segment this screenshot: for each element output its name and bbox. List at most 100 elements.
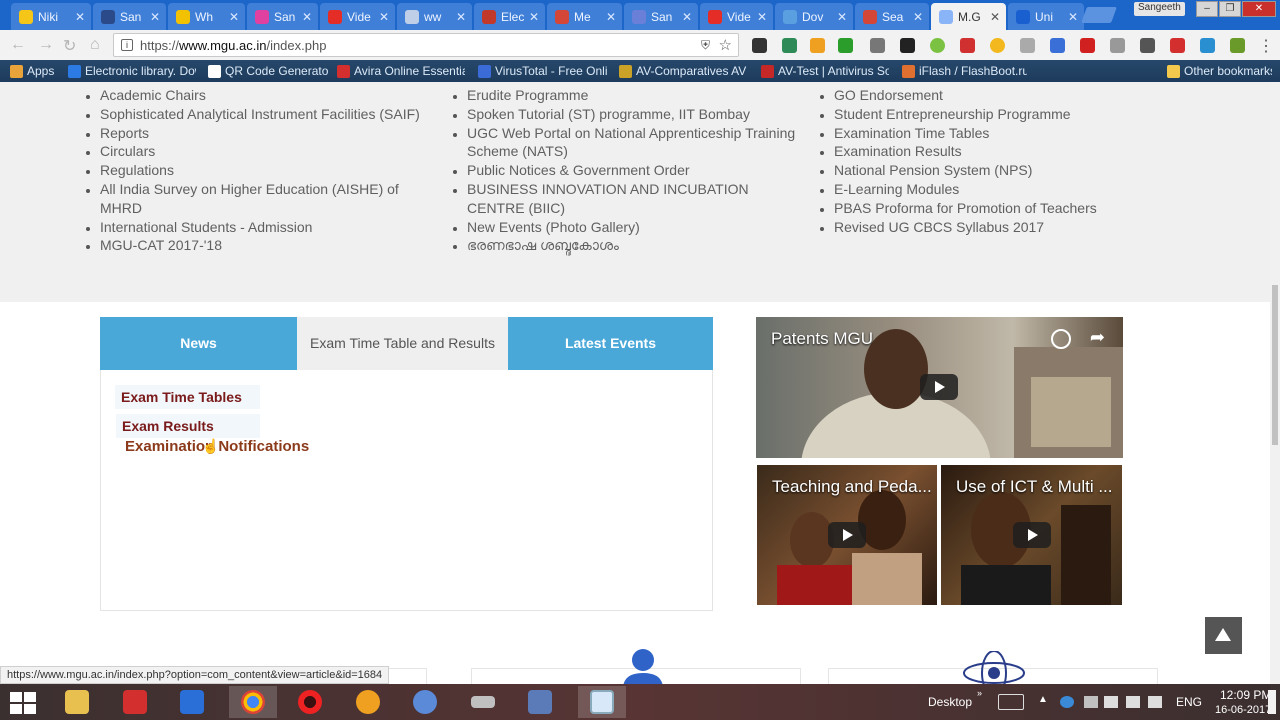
- quick-link[interactable]: GO Endorsement: [834, 86, 1134, 105]
- notification-icon[interactable]: [1268, 690, 1276, 714]
- share-icon[interactable]: ➦: [1090, 327, 1105, 348]
- reload-icon[interactable]: ↻: [63, 36, 76, 56]
- video-thumbnail-patents[interactable]: Patents MGU ➦: [756, 317, 1123, 458]
- bookmark-item[interactable]: Electronic library. Dow: [68, 64, 196, 78]
- extension-icon[interactable]: [1140, 38, 1155, 53]
- file-explorer-icon[interactable]: [57, 686, 97, 718]
- tab-close-icon[interactable]: ✕: [379, 10, 389, 24]
- scroll-to-top-button[interactable]: [1205, 617, 1242, 654]
- bookmark-item[interactable]: Apps: [10, 64, 60, 78]
- quick-link[interactable]: Academic Chairs: [100, 86, 440, 105]
- browser-tab[interactable]: San ✕: [93, 3, 166, 30]
- shield-icon[interactable]: ⛨: [701, 38, 710, 53]
- quick-link[interactable]: Spoken Tutorial (ST) programme, IIT Bomb…: [467, 105, 797, 124]
- quick-link[interactable]: New Events (Photo Gallery): [467, 218, 797, 237]
- bookmark-item[interactable]: Other bookmarks: [1167, 64, 1272, 78]
- drive-icon[interactable]: [463, 686, 503, 718]
- tab-news[interactable]: News: [100, 317, 297, 370]
- quick-link[interactable]: ഭരണഭാഷ ശബ്ദകോശം: [467, 236, 797, 255]
- chrome-icon[interactable]: [229, 686, 277, 718]
- minimize-icon[interactable]: –: [1196, 1, 1218, 17]
- profile-button[interactable]: Sangeeth: [1134, 2, 1185, 16]
- maximize-icon[interactable]: ❐: [1219, 1, 1241, 17]
- browser-tab[interactable]: ww ✕: [397, 3, 472, 30]
- browser-tab[interactable]: Uni ✕: [1008, 3, 1084, 30]
- extension-icon[interactable]: [900, 38, 915, 53]
- quick-link[interactable]: MGU-CAT 2017-'18: [100, 236, 440, 255]
- watch-later-icon[interactable]: [1051, 329, 1071, 349]
- quick-link[interactable]: Reports: [100, 124, 440, 143]
- new-tab-button[interactable]: [1081, 7, 1117, 23]
- page-info-icon[interactable]: i: [121, 39, 133, 51]
- quick-link[interactable]: All India Survey on Higher Education (AI…: [100, 180, 440, 218]
- extension-icon[interactable]: [1230, 38, 1245, 53]
- quick-link[interactable]: E-Learning Modules: [834, 180, 1134, 199]
- quick-link[interactable]: Erudite Programme: [467, 86, 797, 105]
- scrollbar-thumb[interactable]: [1272, 285, 1278, 445]
- browser-tab[interactable]: Sea ✕: [855, 3, 929, 30]
- chevron-icon[interactable]: »: [977, 688, 982, 698]
- quick-link[interactable]: Examination Results: [834, 142, 1134, 161]
- flashboot-icon[interactable]: [348, 686, 388, 718]
- chrome-menu-icon[interactable]: ⋮: [1258, 36, 1274, 56]
- bookmark-item[interactable]: AV-Comparatives AV: [619, 64, 749, 78]
- volume-icon[interactable]: [1148, 696, 1162, 708]
- desktop-toolbar-label[interactable]: Desktop: [928, 695, 972, 709]
- quick-link[interactable]: National Pension System (NPS): [834, 161, 1134, 180]
- tab-close-icon[interactable]: ✕: [302, 10, 312, 24]
- play-icon[interactable]: [1013, 522, 1051, 548]
- network-icon[interactable]: [1126, 696, 1140, 708]
- video-thumbnail-teaching[interactable]: Teaching and Peda...: [757, 465, 937, 605]
- tab-close-icon[interactable]: ✕: [150, 10, 160, 24]
- extension-icon[interactable]: [1110, 38, 1125, 53]
- tray-expand-icon[interactable]: ▲: [1038, 694, 1048, 705]
- qr-extension-icon[interactable]: [752, 38, 767, 53]
- tab-close-icon[interactable]: ✕: [757, 10, 767, 24]
- keyboard-icon[interactable]: [998, 694, 1024, 710]
- tab-close-icon[interactable]: ✕: [456, 10, 466, 24]
- opera-icon[interactable]: [290, 686, 330, 718]
- exam-time-tables-link[interactable]: Exam Time Tables: [115, 385, 260, 409]
- quick-link[interactable]: International Students - Admission: [100, 218, 440, 237]
- language-indicator[interactable]: ENG: [1176, 695, 1202, 709]
- browser-tab[interactable]: Vide ✕: [700, 3, 773, 30]
- bookmark-item[interactable]: QR Code Generator: [208, 64, 328, 78]
- browser-tab[interactable]: Dov ✕: [775, 3, 853, 30]
- extension-icon[interactable]: [960, 38, 975, 53]
- tab-close-icon[interactable]: ✕: [682, 10, 692, 24]
- play-icon[interactable]: [828, 522, 866, 548]
- close-window-icon[interactable]: ✕: [1242, 1, 1276, 17]
- browser-tab[interactable]: Elec ✕: [474, 3, 545, 30]
- bluetooth-icon[interactable]: [1060, 696, 1074, 708]
- quick-link[interactable]: Sophisticated Analytical Instrument Faci…: [100, 105, 440, 124]
- tab-latest-events[interactable]: Latest Events: [508, 317, 713, 370]
- extension-icon[interactable]: [1050, 38, 1065, 53]
- tab-exam-time-table[interactable]: Exam Time Table and Results: [297, 317, 508, 370]
- extension-icon[interactable]: [1080, 38, 1095, 53]
- browser-tab[interactable]: San ✕: [624, 3, 698, 30]
- bookmark-item[interactable]: VirusTotal - Free Onli: [478, 64, 608, 78]
- home-icon[interactable]: ⌂: [90, 36, 100, 54]
- windows-start-icon[interactable]: [10, 692, 36, 714]
- back-icon[interactable]: ←: [10, 36, 26, 54]
- tab-close-icon[interactable]: ✕: [990, 10, 1000, 24]
- address-bar[interactable]: i https://www.mgu.ac.in/index.php ⛨ ☆: [113, 33, 739, 57]
- quick-link[interactable]: Examination Time Tables: [834, 124, 1134, 143]
- extension-icon[interactable]: [1170, 38, 1185, 53]
- malwarebytes-icon[interactable]: [172, 686, 212, 718]
- quick-link[interactable]: Public Notices & Government Order: [467, 161, 797, 180]
- extension-icon[interactable]: [1020, 38, 1035, 53]
- extension-icon[interactable]: [870, 38, 885, 53]
- tab-close-icon[interactable]: ✕: [837, 10, 847, 24]
- bookmark-star-icon[interactable]: ☆: [719, 36, 732, 54]
- security-icon[interactable]: [1084, 696, 1098, 708]
- tab-close-icon[interactable]: ✕: [913, 10, 923, 24]
- browser-tab[interactable]: Vide ✕: [320, 3, 395, 30]
- bookmark-item[interactable]: Avira Online Essential: [337, 64, 465, 78]
- avira-icon[interactable]: [115, 686, 155, 718]
- browser-tab[interactable]: Niki ✕: [11, 3, 91, 30]
- extension-icon[interactable]: [1200, 38, 1215, 53]
- qbittorrent-icon[interactable]: [405, 686, 445, 718]
- play-icon[interactable]: [920, 374, 958, 400]
- tab-close-icon[interactable]: ✕: [1068, 10, 1078, 24]
